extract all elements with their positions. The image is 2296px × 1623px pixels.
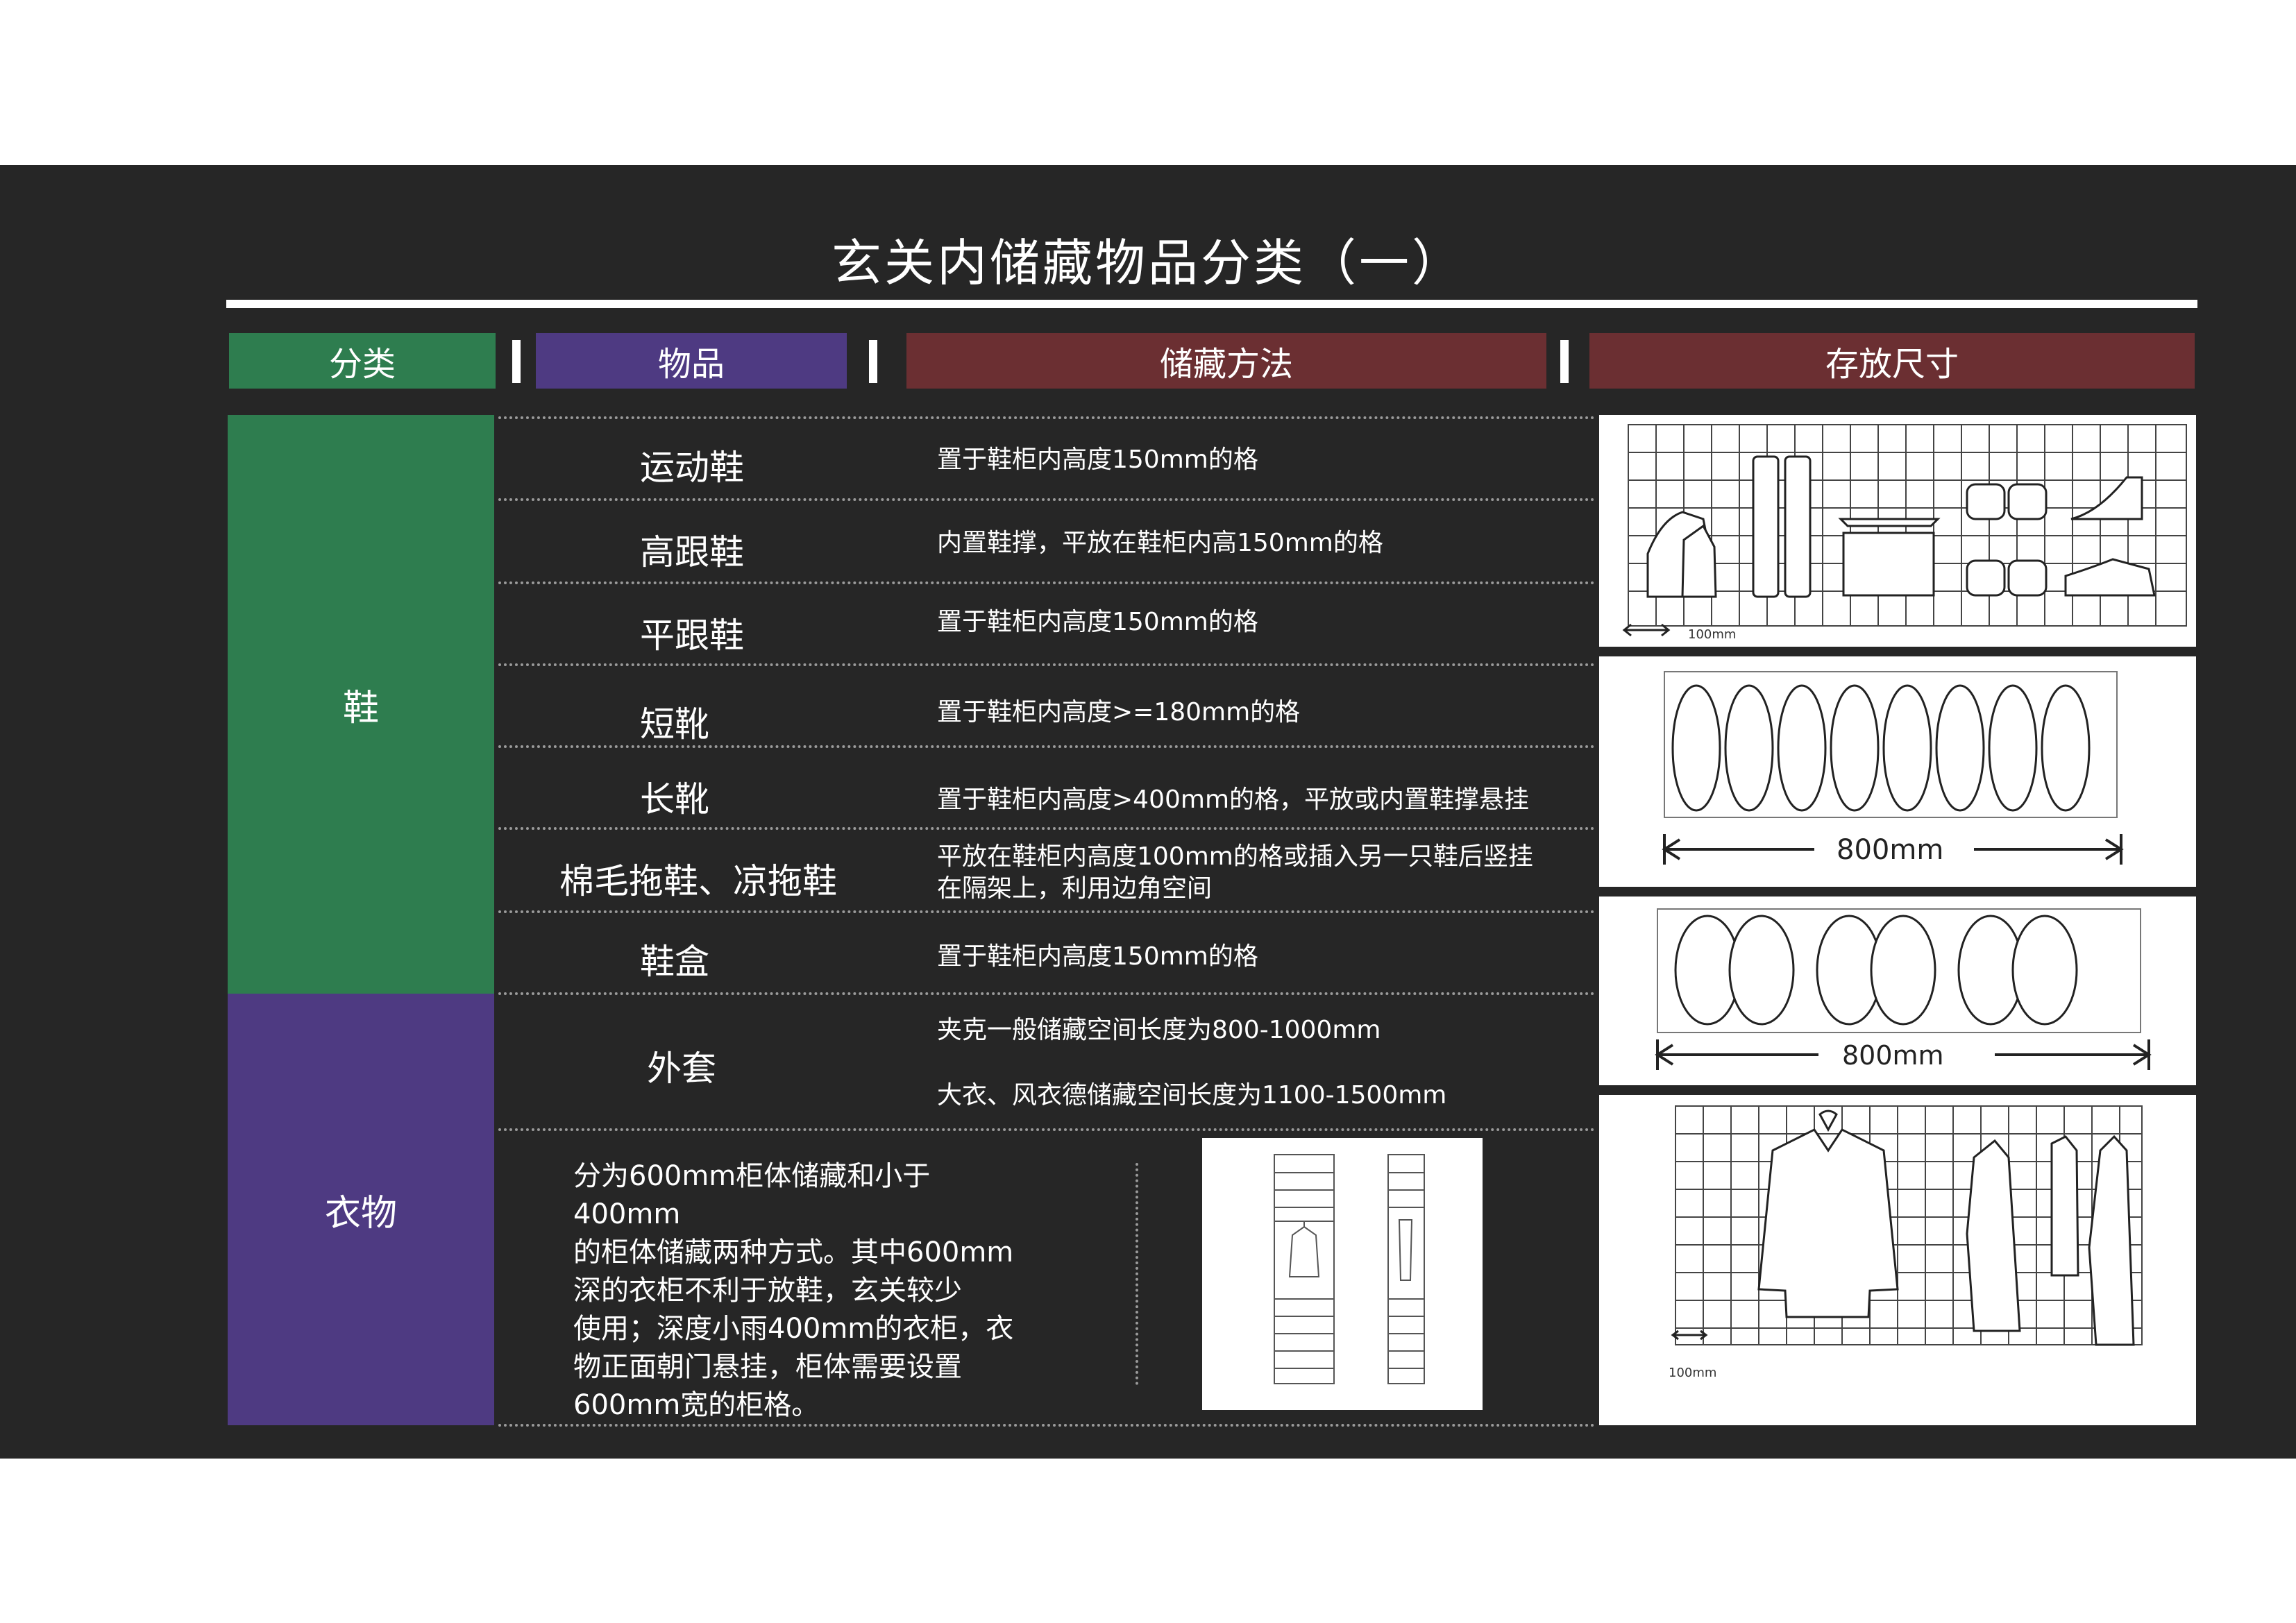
description-line: 深的衣柜不利于放鞋，玄关较少 <box>573 1275 962 1307</box>
category-clothes: 衣物 <box>228 994 494 1425</box>
slippers-width: 800mm <box>1842 1040 1944 1071</box>
method-slippers-line1: 平放在鞋柜内高度100mm的格或插入另一只鞋后竖挂 <box>937 842 1533 871</box>
coat-grid-scale: 100mm <box>1669 1366 1716 1380</box>
wardrobe-diagram <box>1202 1138 1483 1410</box>
method-shoe-box: 置于鞋柜内高度150mm的格 <box>937 942 1258 971</box>
description-line: 使用；深度小雨400mm的衣柜，衣 <box>573 1313 1014 1345</box>
row-divider <box>498 1128 1595 1131</box>
method-flats: 置于鞋柜内高度150mm的格 <box>937 608 1258 636</box>
method-slippers-line2: 在隔架上，利用边角空间 <box>937 874 1213 903</box>
wardrobe-drawing <box>1274 1154 1425 1384</box>
header-size: 存放尺寸 <box>1589 333 2195 389</box>
row-divider <box>498 416 1595 419</box>
storage-size-images: 100mm 800mm 800mm 100mm <box>1599 415 2196 1425</box>
category-shoes: 鞋 <box>228 415 494 994</box>
row-divider <box>498 498 1595 501</box>
header-category: 分类 <box>229 333 496 389</box>
description-line: 物正面朝门悬挂，柜体需要设置 <box>573 1351 962 1383</box>
vertical-divider <box>1136 1163 1138 1385</box>
item-high-heels: 高跟鞋 <box>640 532 744 572</box>
method-long-boots: 置于鞋柜内高度>400mm的格，平放或内置鞋撑悬挂 <box>937 785 1530 814</box>
item-sneakers: 运动鞋 <box>640 448 744 488</box>
item-coat: 外套 <box>647 1048 716 1089</box>
header-item: 物品 <box>536 333 847 389</box>
description-line: 的柜体储藏两种方式。其中600mm <box>573 1237 1014 1268</box>
item-slippers: 棉毛拖鞋、凉拖鞋 <box>559 861 837 901</box>
row-divider <box>498 663 1595 666</box>
clothes-description: 分为600mm柜体储藏和小于400mm 的柜体储藏两种方式。其中600mm 深的… <box>573 1157 1031 1425</box>
item-long-boots: 长靴 <box>640 779 709 819</box>
shoe-grid-scale: 100mm <box>1688 627 1736 642</box>
title-underline <box>226 300 2197 308</box>
method-high-heels: 内置鞋撑，平放在鞋柜内高150mm的格 <box>937 529 1383 557</box>
row-divider <box>498 992 1595 995</box>
page-title: 玄关内储藏物品分类（一） <box>831 234 1464 292</box>
item-shoe-box: 鞋盒 <box>640 942 709 982</box>
header-separator <box>1560 340 1569 383</box>
method-sneakers: 置于鞋柜内高度150mm的格 <box>937 445 1258 474</box>
method-coat-line1: 夹克一般储藏空间长度为800-1000mm <box>937 1016 1381 1044</box>
method-coat-line2: 大衣、风衣德储藏空间长度为1100-1500mm <box>937 1081 1447 1110</box>
row-divider <box>498 910 1595 913</box>
size-drawings: 100mm 800mm 800mm 100mm <box>1599 424 2196 1380</box>
description-line: 600mm宽的柜格。 <box>573 1389 820 1421</box>
flats-width: 800mm <box>1837 834 1943 866</box>
row-divider <box>498 581 1595 584</box>
item-ankle-boots: 短靴 <box>640 704 709 745</box>
header-separator <box>869 340 877 383</box>
method-ankle-boots: 置于鞋柜内高度>=180mm的格 <box>937 698 1301 726</box>
description-line: 分为600mm柜体储藏和小于400mm <box>573 1160 931 1230</box>
item-flats: 平跟鞋 <box>640 615 744 656</box>
row-divider <box>498 827 1595 830</box>
header-method: 储藏方法 <box>906 333 1546 389</box>
header-separator <box>512 340 521 383</box>
